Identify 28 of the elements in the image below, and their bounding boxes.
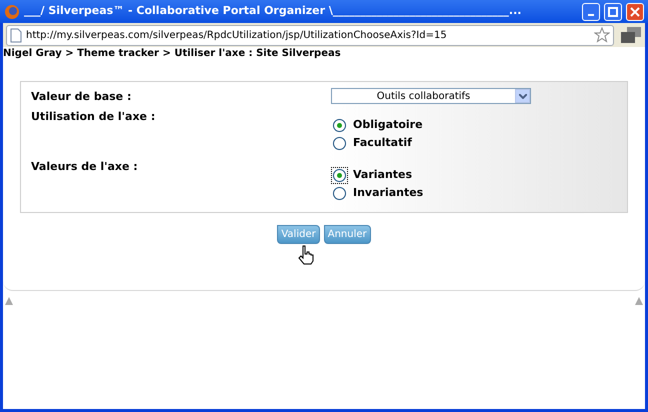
minimize-button[interactable] xyxy=(582,2,600,20)
page-icon xyxy=(10,28,22,42)
field-label: Valeur de base : xyxy=(31,89,132,105)
triangle-icon xyxy=(5,297,13,305)
close-button[interactable] xyxy=(626,2,644,20)
radio-button[interactable] xyxy=(333,118,346,132)
close-icon xyxy=(630,6,640,16)
radio-button[interactable] xyxy=(333,136,346,150)
breadcrumb: Nigel Gray > Theme tracker > Utiliser l'axe : Site Silverpeas xyxy=(3,47,342,61)
radio-label: Obligatoire xyxy=(353,116,423,133)
hand-cursor-icon xyxy=(298,245,314,265)
radio-button[interactable] xyxy=(333,186,346,200)
field-label: Utilisation de l'axe : xyxy=(31,109,156,125)
triangle-icon xyxy=(635,297,643,305)
address-field[interactable]: http://my.silverpeas.com/silverpeas/RpdcUtilization/jsp/UtilizationChooseAxis?Id=15 xyxy=(6,24,614,46)
maximize-icon xyxy=(608,6,618,16)
window-title: ___/ Silverpeas™ - Collaborative Portal Organizer \________________________________... xyxy=(24,3,522,20)
chevron-down-icon xyxy=(518,94,526,98)
radio-label: Invariantes xyxy=(353,184,424,201)
select-field[interactable]: Outils collaboratifs xyxy=(331,88,531,104)
radio-label: Facultatif xyxy=(353,134,412,151)
star-icon[interactable] xyxy=(594,27,610,43)
field-label: Valeurs de l'axe : xyxy=(31,159,139,175)
maximize-button[interactable] xyxy=(604,2,622,20)
radio-label: Variantes xyxy=(353,166,412,183)
windows-icon[interactable] xyxy=(620,26,642,44)
minimize-icon xyxy=(588,14,594,16)
browser-logo-icon xyxy=(4,4,20,20)
